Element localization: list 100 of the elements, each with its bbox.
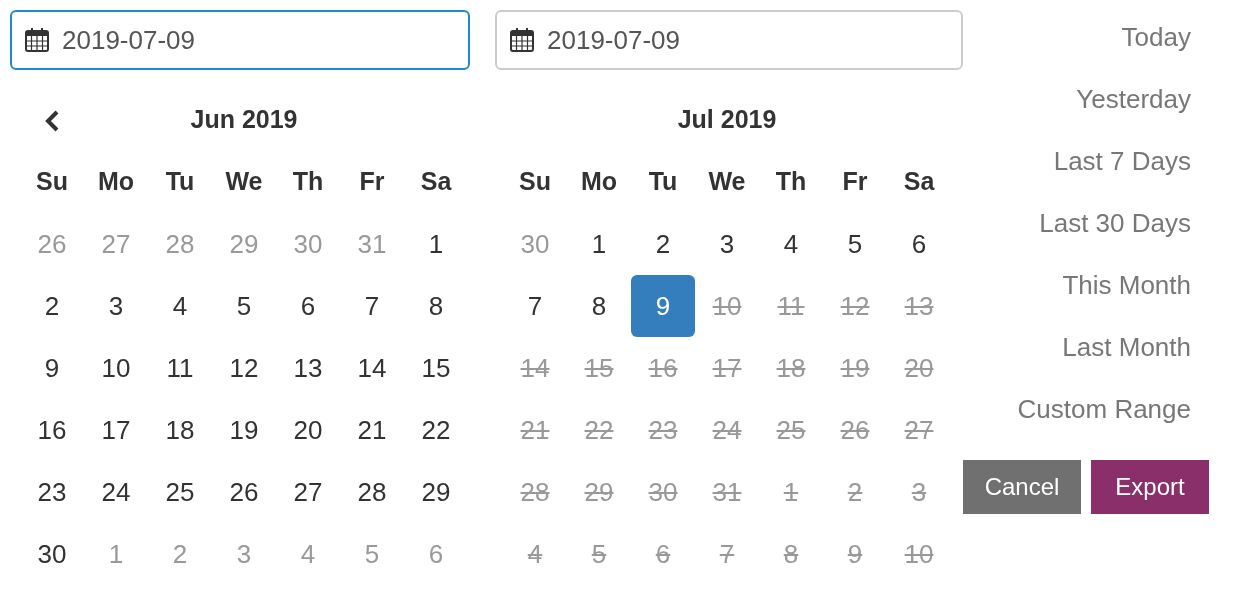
day-cell[interactable]: 30 (276, 213, 340, 275)
day-cell[interactable]: 29 (567, 461, 631, 523)
day-cell[interactable]: 16 (20, 399, 84, 461)
day-cell[interactable]: 27 (276, 461, 340, 523)
day-cell[interactable]: 12 (823, 275, 887, 337)
day-cell[interactable]: 30 (631, 461, 695, 523)
day-cell[interactable]: 2 (148, 523, 212, 585)
day-cell[interactable]: 21 (340, 399, 404, 461)
day-cell[interactable]: 24 (84, 461, 148, 523)
day-cell[interactable]: 26 (20, 213, 84, 275)
day-cell[interactable]: 24 (695, 399, 759, 461)
day-cell[interactable]: 7 (340, 275, 404, 337)
day-cell[interactable]: 12 (212, 337, 276, 399)
day-cell[interactable]: 11 (148, 337, 212, 399)
day-cell[interactable]: 14 (503, 337, 567, 399)
day-cell[interactable]: 17 (84, 399, 148, 461)
day-cell[interactable]: 9 (823, 523, 887, 585)
month-title: Jun 2019 (190, 104, 298, 136)
day-cell[interactable]: 20 (276, 399, 340, 461)
day-cell[interactable]: 22 (567, 399, 631, 461)
day-cell[interactable]: 1 (84, 523, 148, 585)
day-cell[interactable]: 3 (212, 523, 276, 585)
weekday-label: Tu (648, 166, 678, 198)
export-button[interactable]: Export (1091, 460, 1209, 514)
range-option[interactable]: This Month (1062, 254, 1191, 316)
range-option[interactable]: Last 30 Days (1039, 192, 1191, 254)
day-cell[interactable]: 19 (823, 337, 887, 399)
day-cell[interactable]: 8 (759, 523, 823, 585)
day-cell[interactable]: 16 (631, 337, 695, 399)
day-cell[interactable]: 4 (759, 213, 823, 275)
day-cell[interactable]: 2 (20, 275, 84, 337)
day-cell[interactable]: 30 (503, 213, 567, 275)
day-cell[interactable]: 20 (887, 337, 951, 399)
day-cell[interactable]: 25 (148, 461, 212, 523)
day-cell[interactable]: 10 (887, 523, 951, 585)
day-cell[interactable]: 10 (695, 275, 759, 337)
day-cell[interactable]: 21 (503, 399, 567, 461)
weekday-label: Sa (903, 166, 935, 198)
day-cell[interactable]: 4 (276, 523, 340, 585)
day-cell[interactable]: 14 (340, 337, 404, 399)
day-cell[interactable]: 5 (567, 523, 631, 585)
day-cell[interactable]: 22 (404, 399, 468, 461)
range-option[interactable]: Custom Range (1017, 378, 1191, 440)
day-cell[interactable]: 29 (212, 213, 276, 275)
day-cell[interactable]: 15 (404, 337, 468, 399)
date-field[interactable]: 2019-07-09 (10, 10, 470, 70)
day-cell[interactable]: 30 (20, 523, 84, 585)
day-cell[interactable]: 28 (340, 461, 404, 523)
day-cell[interactable]: 10 (84, 337, 148, 399)
date-input[interactable]: 2019-07-09 (62, 20, 456, 60)
day-cell[interactable]: 26 (823, 399, 887, 461)
range-option[interactable]: Last Month (1062, 316, 1191, 378)
range-option[interactable]: Today (1121, 6, 1191, 68)
day-cell[interactable]: 5 (340, 523, 404, 585)
range-option[interactable]: Last 7 Days (1053, 130, 1191, 192)
day-cell[interactable]: 18 (759, 337, 823, 399)
day-cell[interactable]: 18 (148, 399, 212, 461)
day-cell[interactable]: 13 (887, 275, 951, 337)
day-cell[interactable]: 29 (404, 461, 468, 523)
range-option[interactable]: Yesterday (1076, 68, 1191, 130)
day-cell[interactable]: 27 (84, 213, 148, 275)
day-cell[interactable]: 7 (695, 523, 759, 585)
day-cell[interactable]: 2 (631, 213, 695, 275)
date-field[interactable]: 2019-07-09 (495, 10, 963, 70)
day-cell[interactable]: 1 (404, 213, 468, 275)
day-cell[interactable]: 28 (148, 213, 212, 275)
date-input[interactable]: 2019-07-09 (547, 20, 949, 60)
day-cell[interactable]: 6 (404, 523, 468, 585)
day-cell[interactable]: 6 (631, 523, 695, 585)
day-cell[interactable]: 5 (823, 213, 887, 275)
day-cell[interactable]: 15 (567, 337, 631, 399)
day-cell[interactable]: 8 (567, 275, 631, 337)
day-cell[interactable]: 23 (631, 399, 695, 461)
day-cell[interactable]: 9 (631, 275, 695, 337)
day-cell[interactable]: 27 (887, 399, 951, 461)
day-cell[interactable]: 31 (340, 213, 404, 275)
day-cell[interactable]: 26 (212, 461, 276, 523)
day-cell[interactable]: 28 (503, 461, 567, 523)
day-cell[interactable]: 2 (823, 461, 887, 523)
day-cell[interactable]: 19 (212, 399, 276, 461)
day-cell[interactable]: 17 (695, 337, 759, 399)
day-cell[interactable]: 1 (759, 461, 823, 523)
day-cell[interactable]: 9 (20, 337, 84, 399)
day-cell[interactable]: 13 (276, 337, 340, 399)
day-cell[interactable]: 4 (503, 523, 567, 585)
day-cell[interactable]: 3 (84, 275, 148, 337)
day-cell[interactable]: 23 (20, 461, 84, 523)
day-cell[interactable]: 4 (148, 275, 212, 337)
cancel-button[interactable]: Cancel (963, 460, 1081, 514)
day-cell[interactable]: 11 (759, 275, 823, 337)
day-cell[interactable]: 6 (887, 213, 951, 275)
day-cell[interactable]: 25 (759, 399, 823, 461)
day-cell[interactable]: 6 (276, 275, 340, 337)
day-cell[interactable]: 31 (695, 461, 759, 523)
day-cell[interactable]: 8 (404, 275, 468, 337)
day-cell[interactable]: 5 (212, 275, 276, 337)
day-cell[interactable]: 3 (695, 213, 759, 275)
day-cell[interactable]: 3 (887, 461, 951, 523)
day-cell[interactable]: 7 (503, 275, 567, 337)
day-cell[interactable]: 1 (567, 213, 631, 275)
